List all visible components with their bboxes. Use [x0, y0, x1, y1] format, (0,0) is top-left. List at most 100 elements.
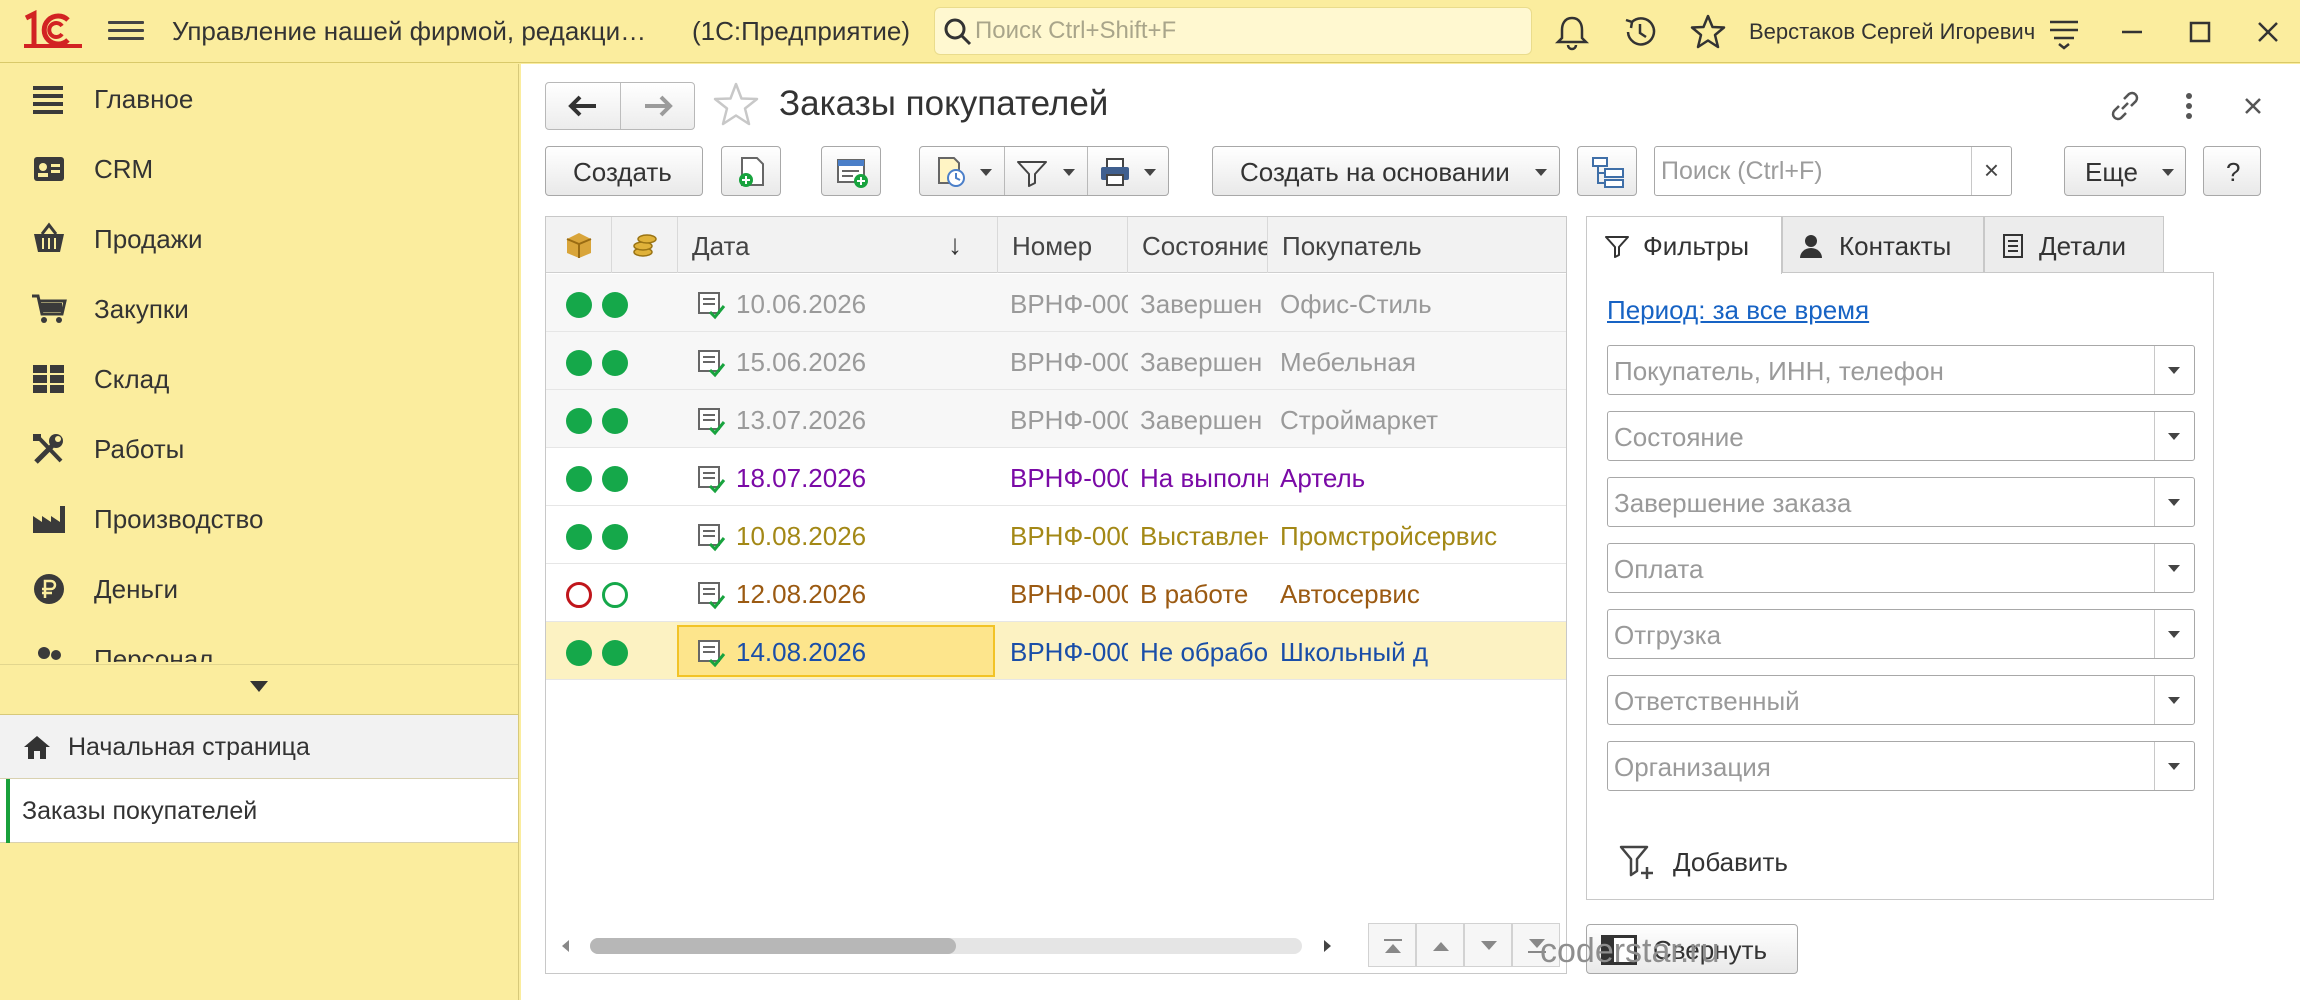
cell-date[interactable]: 13.07.2026 — [678, 390, 998, 447]
sidebar-item-main[interactable]: Главное — [0, 64, 518, 134]
more-button[interactable]: Еще — [2064, 146, 2186, 196]
main-menu-button[interactable] — [108, 16, 144, 46]
cell-number[interactable]: ВРНФ-000… — [998, 274, 1128, 331]
column-header-number[interactable]: Номер — [998, 217, 1128, 273]
open-page-customer-orders[interactable]: Заказы покупателей — [0, 779, 518, 843]
cell-customer[interactable]: Автосервис — [1268, 564, 1566, 621]
sidebar-item-staff[interactable]: Персонал — [0, 624, 518, 662]
scroll-right-arrow-icon[interactable] — [1324, 940, 1331, 952]
maximize-icon[interactable] — [2180, 12, 2220, 52]
table-row[interactable]: 10.08.2026 ВРНФ-000… Выставлен … Промстройс… — [546, 506, 1566, 564]
cell-date[interactable]: 10.08.2026 — [678, 506, 998, 563]
column-header-shipment[interactable] — [546, 217, 612, 273]
table-row[interactable]: 12.08.2026 ВРНФ-000… В работе Автосервис — [546, 564, 1566, 622]
scroll-left-arrow-icon[interactable] — [562, 940, 569, 952]
cell-number[interactable]: ВРНФ-000… — [998, 564, 1128, 621]
1c-logo-icon[interactable] — [22, 10, 84, 50]
sidebar-item-warehouse[interactable]: Склад — [0, 344, 518, 414]
dropdown-button[interactable] — [2154, 742, 2194, 790]
column-header-state[interactable]: Состояние — [1128, 217, 1268, 273]
sections-expand-button[interactable] — [0, 664, 518, 708]
dropdown-button[interactable] — [2154, 412, 2194, 460]
settings-menu-icon[interactable] — [2044, 12, 2084, 52]
dropdown-button[interactable] — [2154, 478, 2194, 526]
sidebar-item-sales[interactable]: Продажи — [0, 204, 518, 274]
dropdown-button[interactable] — [2154, 676, 2194, 724]
filter-field[interactable]: Состояние — [1607, 411, 2195, 461]
table-row[interactable]: 10.06.2026 ВРНФ-000… Завершен Офис-Стиль — [546, 274, 1566, 332]
filter-field[interactable]: Оплата — [1607, 543, 2195, 593]
open-page-home[interactable]: Начальная страница — [0, 715, 518, 779]
cell-number[interactable]: ВРНФ-000… — [998, 448, 1128, 505]
cell-state[interactable]: Завершен — [1128, 390, 1268, 447]
tab-contacts[interactable]: Контакты — [1782, 216, 1984, 272]
filter-button[interactable] — [1005, 147, 1087, 195]
column-header-date[interactable]: Дата ↓ — [678, 217, 998, 273]
global-search-input[interactable] — [975, 14, 1515, 48]
sidebar-item-money[interactable]: Деньги — [0, 554, 518, 624]
dropdown-button[interactable] — [2154, 610, 2194, 658]
table-row[interactable]: 14.08.2026 ВРНФ-000… Не обработ… Школьный д — [546, 622, 1566, 680]
period-settings-button[interactable] — [920, 147, 1004, 195]
column-header-customer[interactable]: Покупатель — [1268, 217, 1566, 273]
create-button[interactable]: Создать — [545, 146, 703, 196]
cell-date[interactable]: 18.07.2026 — [678, 448, 998, 505]
column-header-payment[interactable] — [612, 217, 678, 273]
cell-date[interactable]: 14.08.2026 — [678, 622, 998, 679]
cell-number[interactable]: ВРНФ-000… — [998, 390, 1128, 447]
structure-button[interactable] — [1577, 146, 1637, 196]
cell-state[interactable]: Выставлен … — [1128, 506, 1268, 563]
print-button[interactable] — [1088, 147, 1168, 195]
new-group-button[interactable] — [821, 146, 881, 196]
scroll-to-top-button[interactable] — [1368, 923, 1416, 967]
cell-customer[interactable]: Промстройсервис — [1268, 506, 1566, 563]
more-vertical-icon[interactable] — [2169, 86, 2209, 126]
tab-filters[interactable]: Фильтры — [1586, 216, 1782, 274]
cell-state[interactable]: В работе — [1128, 564, 1268, 621]
copy-button[interactable] — [721, 146, 781, 196]
cell-number[interactable]: ВРНФ-000… — [998, 622, 1128, 679]
cell-state[interactable]: Завершен — [1128, 332, 1268, 389]
bell-icon[interactable] — [1552, 12, 1592, 52]
dropdown-button[interactable] — [2154, 346, 2194, 394]
table-row[interactable]: 15.06.2026 ВРНФ-000… Завершен Мебельная — [546, 332, 1566, 390]
table-row[interactable]: 13.07.2026 ВРНФ-000… Завершен Строймаркет — [546, 390, 1566, 448]
cell-date[interactable]: 12.08.2026 — [678, 564, 998, 621]
sidebar-item-works[interactable]: Работы — [0, 414, 518, 484]
table-row[interactable]: 18.07.2026 ВРНФ-000… На выполн… Артель — [546, 448, 1566, 506]
cell-state[interactable]: Завершен — [1128, 274, 1268, 331]
cell-state[interactable]: На выполн… — [1128, 448, 1268, 505]
cell-number[interactable]: ВРНФ-000… — [998, 332, 1128, 389]
cell-state[interactable]: Не обработ… — [1128, 622, 1268, 679]
period-link[interactable]: Период: за все время — [1607, 295, 1869, 326]
cell-customer[interactable]: Мебельная — [1268, 332, 1566, 389]
cell-customer[interactable]: Офис-Стиль — [1268, 274, 1566, 331]
minimize-icon[interactable] — [2112, 12, 2152, 52]
favorite-star-icon[interactable] — [711, 80, 761, 130]
form-close-icon[interactable] — [2233, 86, 2273, 126]
cell-customer[interactable]: Строймаркет — [1268, 390, 1566, 447]
filter-field[interactable]: Ответственный — [1607, 675, 2195, 725]
add-filter-button[interactable]: Добавить — [1617, 839, 1827, 885]
forward-button[interactable] — [621, 83, 695, 129]
scroll-up-button[interactable] — [1416, 923, 1464, 967]
sidebar-item-purchases[interactable]: Закупки — [0, 274, 518, 344]
cell-date[interactable]: 10.06.2026 — [678, 274, 998, 331]
dropdown-button[interactable] — [2154, 544, 2194, 592]
search-clear-button[interactable]: × — [1971, 147, 2011, 195]
link-icon[interactable] — [2105, 86, 2145, 126]
help-button[interactable]: ? — [2203, 146, 2261, 196]
cell-customer[interactable]: Школьный д — [1268, 622, 1566, 679]
filter-field[interactable]: Покупатель, ИНН, телефон — [1607, 345, 2195, 395]
create-based-on-button[interactable]: Создать на основании — [1212, 146, 1560, 196]
filter-field[interactable]: Завершение заказа — [1607, 477, 2195, 527]
cell-date[interactable]: 15.06.2026 — [678, 332, 998, 389]
scroll-down-button[interactable] — [1464, 923, 1512, 967]
cell-customer[interactable]: Артель — [1268, 448, 1566, 505]
close-icon[interactable] — [2248, 12, 2288, 52]
filter-field[interactable]: Организация — [1607, 741, 2195, 791]
favorites-star-icon[interactable] — [1688, 12, 1728, 52]
sidebar-item-crm[interactable]: CRM — [0, 134, 518, 204]
history-icon[interactable] — [1620, 12, 1660, 52]
back-button[interactable] — [546, 83, 620, 129]
